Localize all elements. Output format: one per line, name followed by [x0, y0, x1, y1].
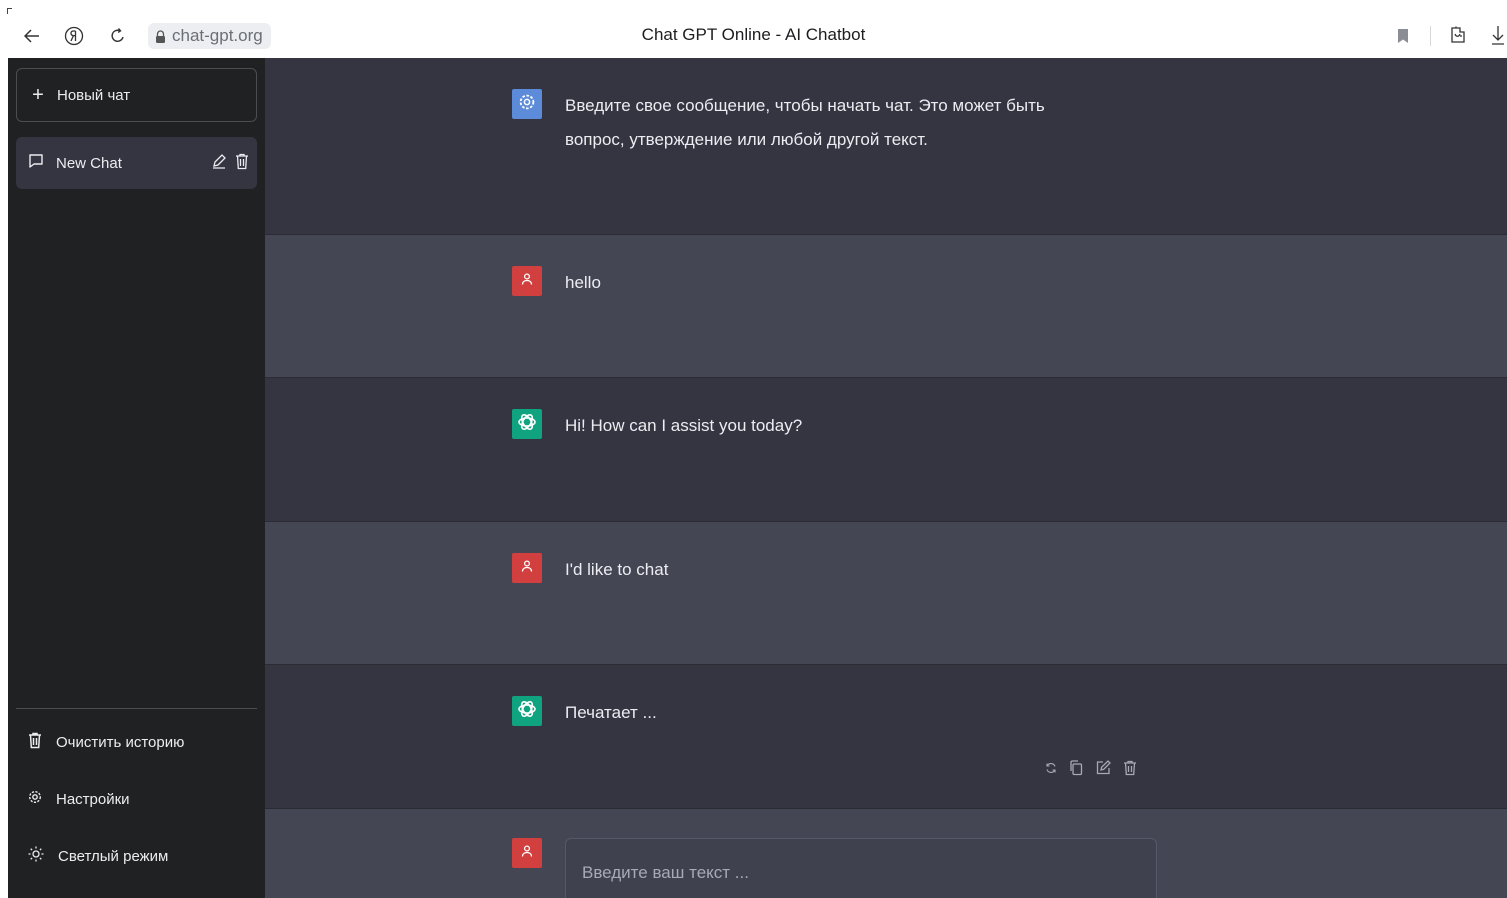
browser-toolbar: chat-gpt.org Chat GPT Online - AI Chatbo… — [0, 0, 1507, 58]
toolbar-divider — [1430, 26, 1431, 46]
chat-item-actions — [211, 153, 249, 174]
back-button[interactable] — [22, 24, 42, 48]
clear-history-button[interactable]: Очистить историю — [16, 720, 257, 764]
openai-logo-icon — [516, 698, 538, 725]
message-actions — [1045, 760, 1137, 776]
message-row-system: Введите свое сообщение, чтобы начать чат… — [265, 58, 1507, 235]
new-chat-label: Новый чат — [57, 86, 131, 104]
openai-logo-icon — [516, 411, 538, 438]
download-icon[interactable] — [1491, 25, 1505, 50]
message-input[interactable] — [565, 838, 1157, 898]
user-icon — [521, 272, 533, 290]
user-icon — [521, 559, 533, 577]
sun-icon — [28, 846, 44, 866]
window-corner-mark — [7, 8, 12, 14]
lock-icon — [155, 29, 166, 49]
reload-icon — [110, 27, 126, 45]
light-mode-button[interactable]: Светлый режим — [16, 834, 257, 878]
yandex-home-button[interactable] — [64, 24, 84, 48]
message-text: I'd like to chat — [565, 560, 669, 579]
user-icon — [521, 844, 533, 862]
sidebar: + Новый чат New Chat Очистить историю На… — [8, 58, 265, 898]
user-avatar — [512, 266, 542, 296]
message-text: hello — [565, 273, 601, 292]
chat-app: + Новый чат New Chat Очистить историю На… — [8, 58, 1507, 898]
light-mode-label: Светлый режим — [58, 847, 169, 865]
trash-icon[interactable] — [235, 153, 249, 174]
message-text: Введите свое сообщение, чтобы начать чат… — [565, 96, 1045, 149]
user-avatar — [512, 553, 542, 583]
plus-icon: + — [32, 84, 44, 106]
bot-avatar — [512, 409, 542, 439]
sidebar-chat-item[interactable]: New Chat — [16, 137, 257, 189]
sidebar-divider — [16, 708, 257, 709]
edit-icon[interactable] — [1095, 760, 1111, 776]
message-row-assistant: Hi! How can I assist you today? — [265, 378, 1507, 522]
yandex-logo-icon — [64, 26, 84, 46]
regenerate-icon[interactable] — [1045, 762, 1057, 774]
message-row-user: hello — [265, 235, 1507, 378]
bookmark-icon[interactable] — [1397, 28, 1409, 49]
copy-icon[interactable] — [1069, 760, 1083, 776]
edit-icon[interactable] — [211, 153, 227, 174]
settings-button[interactable]: Настройки — [16, 777, 257, 821]
chat-main: Введите свое сообщение, чтобы начать чат… — [265, 58, 1507, 898]
new-chat-button[interactable]: + Новый чат — [16, 68, 257, 122]
chat-item-label: New Chat — [56, 154, 122, 172]
clear-history-label: Очистить историю — [56, 733, 185, 751]
message-row-user: I'd like to chat — [265, 522, 1507, 665]
user-avatar — [512, 838, 542, 868]
trash-icon — [28, 732, 42, 753]
arrow-left-icon — [24, 29, 40, 43]
reload-button[interactable] — [108, 24, 128, 48]
gear-icon — [518, 93, 536, 116]
message-text: Hi! How can I assist you today? — [565, 416, 803, 435]
address-bar[interactable]: chat-gpt.org — [148, 23, 271, 49]
delete-icon[interactable] — [1123, 760, 1137, 776]
system-avatar — [512, 89, 542, 119]
bot-avatar — [512, 696, 542, 726]
settings-label: Настройки — [56, 790, 130, 808]
extensions-icon[interactable] — [1449, 25, 1467, 50]
chat-bubble-icon — [28, 153, 44, 173]
message-text: Печатает ... — [565, 703, 657, 722]
address-url: chat-gpt.org — [172, 26, 263, 45]
message-row-assistant: Печатает ... — [265, 665, 1507, 809]
gear-icon — [28, 790, 42, 808]
